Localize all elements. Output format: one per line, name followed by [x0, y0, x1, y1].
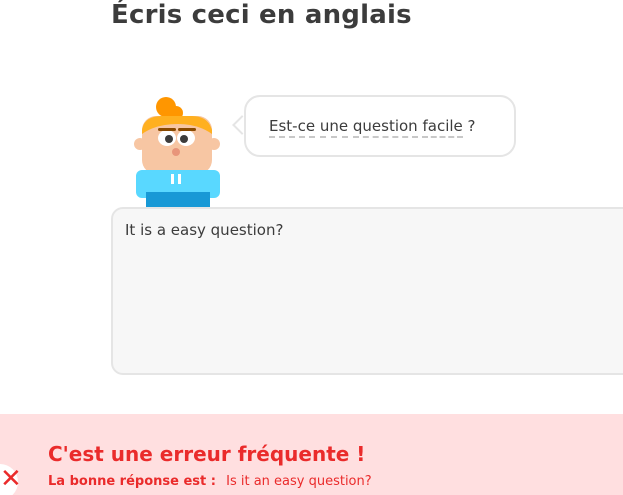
character-illustration [128, 94, 228, 209]
prompt-sentence: Est-ce une question facile ? [269, 117, 476, 138]
prompt-punctuation: ? [467, 117, 476, 135]
answer-textarea[interactable]: It is a easy question? [111, 207, 623, 375]
correct-answer-text: Is it an easy question? [226, 474, 372, 489]
correct-answer-line: La bonne réponse est : Is it an easy que… [48, 474, 372, 489]
page-title: Écris ceci en anglais [111, 0, 412, 30]
prompt-word[interactable]: facile [422, 117, 463, 138]
lesson-page: Écris ceci en anglais Est-ce une questio… [0, 0, 623, 495]
speech-bubble: Est-ce une question facile ? [244, 95, 516, 157]
prompt-word[interactable]: Est-ce [269, 117, 316, 138]
prompt-word[interactable]: question [352, 117, 418, 138]
correct-answer-label: La bonne réponse est : [48, 474, 216, 489]
feedback-title: C'est une erreur fréquente ! [48, 442, 366, 466]
feedback-banner: ✕ C'est une erreur fréquente ! La bonne … [0, 414, 623, 495]
prompt-word[interactable]: une [319, 117, 349, 138]
close-icon: ✕ [0, 464, 22, 494]
character-icon [134, 97, 220, 209]
